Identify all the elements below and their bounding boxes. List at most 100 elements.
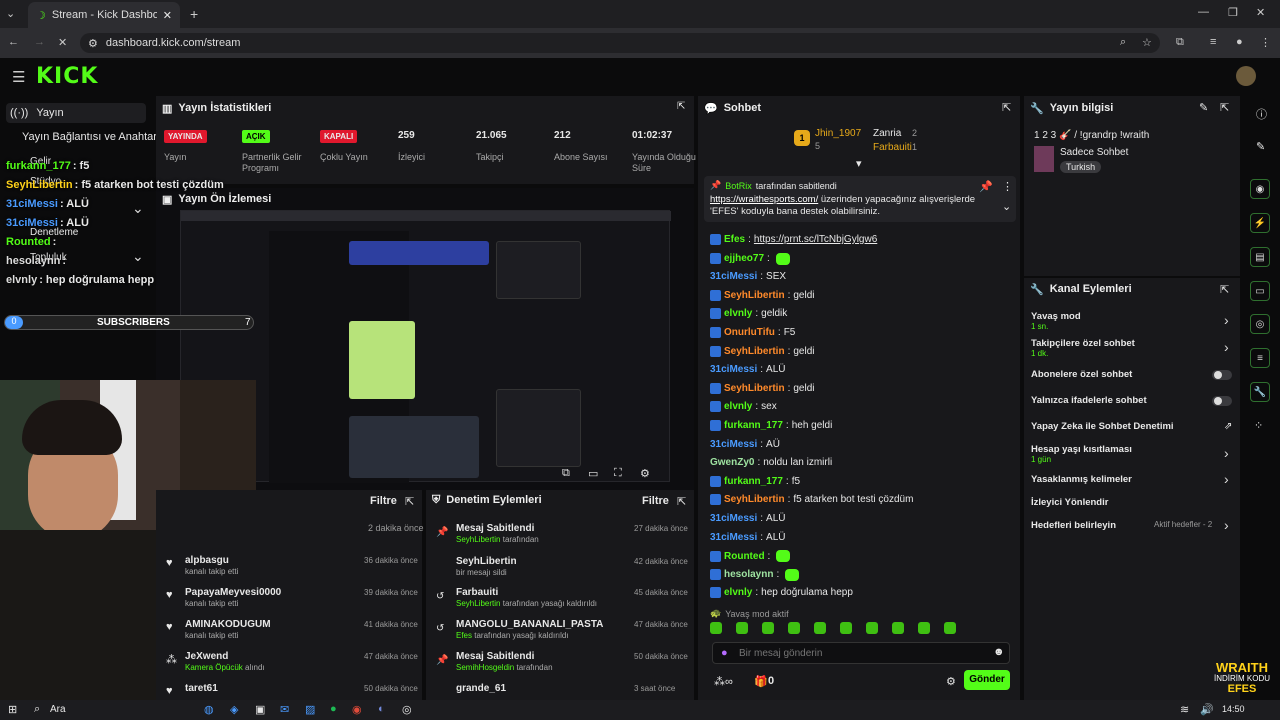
activity-filter-button[interactable]: Filtre [370,495,397,507]
chat-username[interactable]: Efes [724,234,745,245]
clock[interactable]: 14:50 [1222,704,1245,714]
mod-action-user[interactable]: SeyhLibertin [456,599,500,608]
forward-icon[interactable]: → [34,36,45,48]
chat-username[interactable]: SeyhLibertin [724,290,785,301]
pinned-link[interactable]: https://wraithesports.com/ [710,194,818,205]
site-info-icon[interactable]: ⚙ [88,37,98,50]
fullscreen-icon[interactable]: ⛶ [614,467,622,480]
top-gifter-name[interactable]: Zanria [873,128,901,139]
toggle-switch[interactable] [1212,396,1232,406]
chat-username[interactable]: elvnly [724,587,752,598]
mod-action-title[interactable]: Mesaj Sabitlendi [456,651,534,662]
emote-icon[interactable] [944,622,956,634]
search-icon[interactable]: ⌕ [34,703,40,716]
chat-username[interactable]: furkann_177 [724,420,783,431]
chat-username[interactable]: 31ciMessi [710,271,757,282]
chevron-right-icon[interactable]: › [1224,445,1229,461]
emoji-icon[interactable]: ☻ [993,646,1005,658]
chat-username[interactable]: hesolaynn [724,569,773,580]
expand-icon[interactable]: ⇱ [677,101,685,112]
chat-username[interactable]: furkann_177 [724,476,783,487]
new-tab-icon[interactable]: + [190,6,198,22]
mod-action-user[interactable]: SeyhLibertin [456,535,500,544]
category-thumbnail[interactable] [1034,146,1054,172]
sidebar-item-stream[interactable]: ((·)) Yayın [6,103,146,123]
extensions-icon[interactable]: ⧉ [1176,36,1184,49]
expand-icon[interactable]: ⇱ [677,495,686,508]
chevron-right-icon[interactable]: › [1224,517,1229,533]
edit-icon[interactable]: ✎ [1256,140,1265,153]
stop-loading-icon[interactable]: ✕ [58,36,67,49]
bookmark-star-icon[interactable]: ☆ [1142,36,1152,49]
chat-settings-icon[interactable]: ⚙ [946,675,956,688]
rail-tools-button[interactable]: 🔧 [1250,382,1270,402]
mail-icon[interactable]: ✉ [280,703,289,716]
restore-icon[interactable]: ❐ [1228,6,1238,19]
pip-icon[interactable]: ⧉ [562,467,570,480]
edge-icon[interactable]: ◍ [204,703,214,716]
theater-icon[interactable]: ▭ [588,467,598,480]
chat-username[interactable]: 31ciMessi [710,364,757,375]
rail-lightning-button[interactable]: ⚡ [1250,213,1270,233]
gift-icon[interactable]: 🎁 [754,675,768,688]
mod-filter-button[interactable]: Filtre [642,495,669,507]
pinned-by-user[interactable]: BotRix [725,181,752,191]
chat-username[interactable]: 31ciMessi [710,439,757,450]
window-close-icon[interactable]: ✕ [1256,6,1265,19]
emote-icon[interactable] [840,622,852,634]
mod-action-title[interactable]: MANGOLU_BANANALI_PASTA [456,619,603,630]
chat-username[interactable]: elvnly [724,308,752,319]
chevron-right-icon[interactable]: › [1224,339,1229,355]
copilot-icon[interactable]: ◈ [230,703,238,716]
chevron-right-icon[interactable]: › [1224,312,1229,328]
discord-icon[interactable]: ◐ [378,703,385,715]
activity-username[interactable]: AMINAKODUGUM [185,619,271,630]
expand-icon[interactable]: ⇱ [405,495,414,508]
top-gifter-name[interactable]: Farbauiti [873,142,912,153]
more-dots-icon[interactable]: ⁘ [1254,419,1263,432]
browser-tab[interactable]: ☽ Stream - Kick Dashboard ✕ [28,2,180,28]
more-options-icon[interactable]: ⋮ [1002,180,1013,193]
chrome-icon[interactable]: ◉ [352,703,362,716]
mod-action-title[interactable]: Farbauiti [456,587,498,598]
chat-input-box[interactable]: ● ☻ [712,642,1010,664]
expand-icon[interactable]: ⇱ [1220,101,1229,114]
channel-action-label[interactable]: Yalnızca ifadelerle sohbet [1031,395,1147,406]
mic-icon[interactable]: ● [721,647,728,659]
chevron-down-icon[interactable]: ⌄ [132,200,144,217]
chat-username[interactable]: Rounted [724,551,765,562]
windows-start-icon[interactable]: ⊞ [8,703,17,716]
emote-icon[interactable] [814,622,826,634]
chat-username[interactable]: elvnly [724,401,752,412]
emote-icon[interactable] [892,622,904,634]
settings-gear-icon[interactable]: ⚙ [640,467,650,480]
chat-text[interactable]: https://prnt.sc/lTcNbjGylgw6 [754,234,877,245]
chevron-down-icon[interactable]: ⌄ [132,248,144,265]
channel-action-label[interactable]: Yasaklanmış kelimeler [1031,474,1132,485]
emote-icon[interactable] [762,622,774,634]
chat-username[interactable]: 31ciMessi [710,513,757,524]
user-avatar[interactable] [1236,66,1256,86]
hamburger-menu-icon[interactable]: ☰ [12,68,25,86]
activity-username[interactable]: taret61 [185,683,218,694]
activity-username[interactable]: JeXwend [185,651,228,662]
channel-action-label[interactable]: Yapay Zeka ile Sohbet Denetimi [1031,421,1174,432]
mod-action-title[interactable]: grande_61 [456,683,506,694]
collapse-icon[interactable]: ▾ [856,157,862,170]
edit-pencil-icon[interactable]: ✎ [1199,101,1208,114]
taskbar-search[interactable]: Ara [50,704,66,715]
chat-input[interactable] [739,645,979,661]
mod-action-user[interactable]: Efes [456,631,472,640]
activity-username[interactable]: alpbasgu [185,555,229,566]
kick-logo[interactable]: KICK [36,64,98,89]
rail-chat-button[interactable]: ▭ [1250,281,1270,301]
channel-action-label[interactable]: İzleyici Yönlendir [1031,497,1108,508]
rail-camera-button[interactable]: ◉ [1250,179,1270,199]
activity-username[interactable]: PapayaMeyvesi0000 [185,587,281,598]
tab-list-icon[interactable]: ⌄ [6,7,15,20]
toggle-switch[interactable] [1212,370,1232,380]
browser-menu-icon[interactable]: ⋮ [1260,36,1271,49]
mod-action-title[interactable]: Mesaj Sabitlendi [456,523,534,534]
store-icon[interactable]: ▣ [255,703,265,716]
back-icon[interactable]: ← [8,36,19,48]
